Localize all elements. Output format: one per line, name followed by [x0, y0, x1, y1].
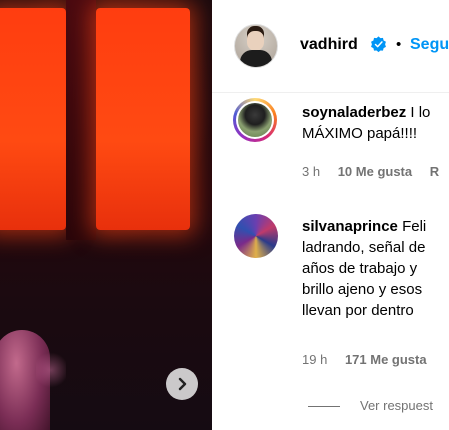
comment-line: llevan por dentro — [302, 302, 414, 319]
commenter-avatar[interactable] — [234, 214, 278, 258]
comment-meta: 19 h 171 Me gusta — [302, 352, 441, 367]
comment-likes[interactable]: 171 Me gusta — [345, 352, 427, 367]
avatar-head — [247, 31, 264, 51]
comment-line: MÁXIMO papá!!!! — [302, 125, 418, 142]
comment-likes[interactable]: 10 Me gusta — [338, 164, 412, 179]
stage-light-panel-left — [0, 8, 66, 230]
comment-text: silvanaprince Feli ladrando, señal de añ… — [302, 216, 426, 321]
next-image-button[interactable] — [166, 368, 198, 400]
comment-line: brillo ajeno y esos — [302, 281, 423, 298]
comment-line: Feli — [402, 218, 427, 235]
view-replies-label: Ver respuest — [360, 398, 433, 413]
replies-divider — [308, 406, 340, 408]
stage-strip — [66, 0, 96, 240]
comment-line: I lo — [410, 104, 431, 121]
view-replies-button[interactable]: Ver respuest — [308, 398, 433, 413]
stage-light-panel-right — [96, 8, 190, 230]
commenter-avatar[interactable] — [233, 98, 277, 142]
author-avatar[interactable] — [234, 24, 278, 68]
follow-button[interactable]: Segu — [410, 36, 449, 54]
author-username[interactable]: vadhird — [300, 36, 358, 54]
comment-text: soynaladerbez I lo MÁXIMO papá!!!! — [302, 102, 430, 144]
post-photo — [0, 0, 212, 430]
avatar-body — [240, 50, 272, 67]
stage-spotlight — [36, 350, 66, 390]
comment-time[interactable]: 19 h — [302, 352, 327, 367]
comment-time[interactable]: 3 h — [302, 164, 320, 179]
comments-pane: vadhird • Segu soynaladerbez I lo MÁXIMO… — [212, 0, 449, 430]
reply-button[interactable]: R — [430, 164, 439, 179]
header-separator: • — [396, 36, 402, 53]
comment-meta: 3 h 10 Me gusta R — [302, 164, 449, 179]
avatar-image — [238, 103, 272, 137]
comment-line: años de trabajo y — [302, 260, 418, 277]
comment-username[interactable]: soynaladerbez — [302, 104, 406, 121]
verified-badge-icon — [371, 36, 386, 53]
comment-username[interactable]: silvanaprince — [302, 218, 398, 235]
comment-line: ladrando, señal de — [302, 239, 426, 256]
post-header: vadhird • Segu — [212, 0, 449, 93]
chevron-right-icon — [178, 377, 187, 391]
